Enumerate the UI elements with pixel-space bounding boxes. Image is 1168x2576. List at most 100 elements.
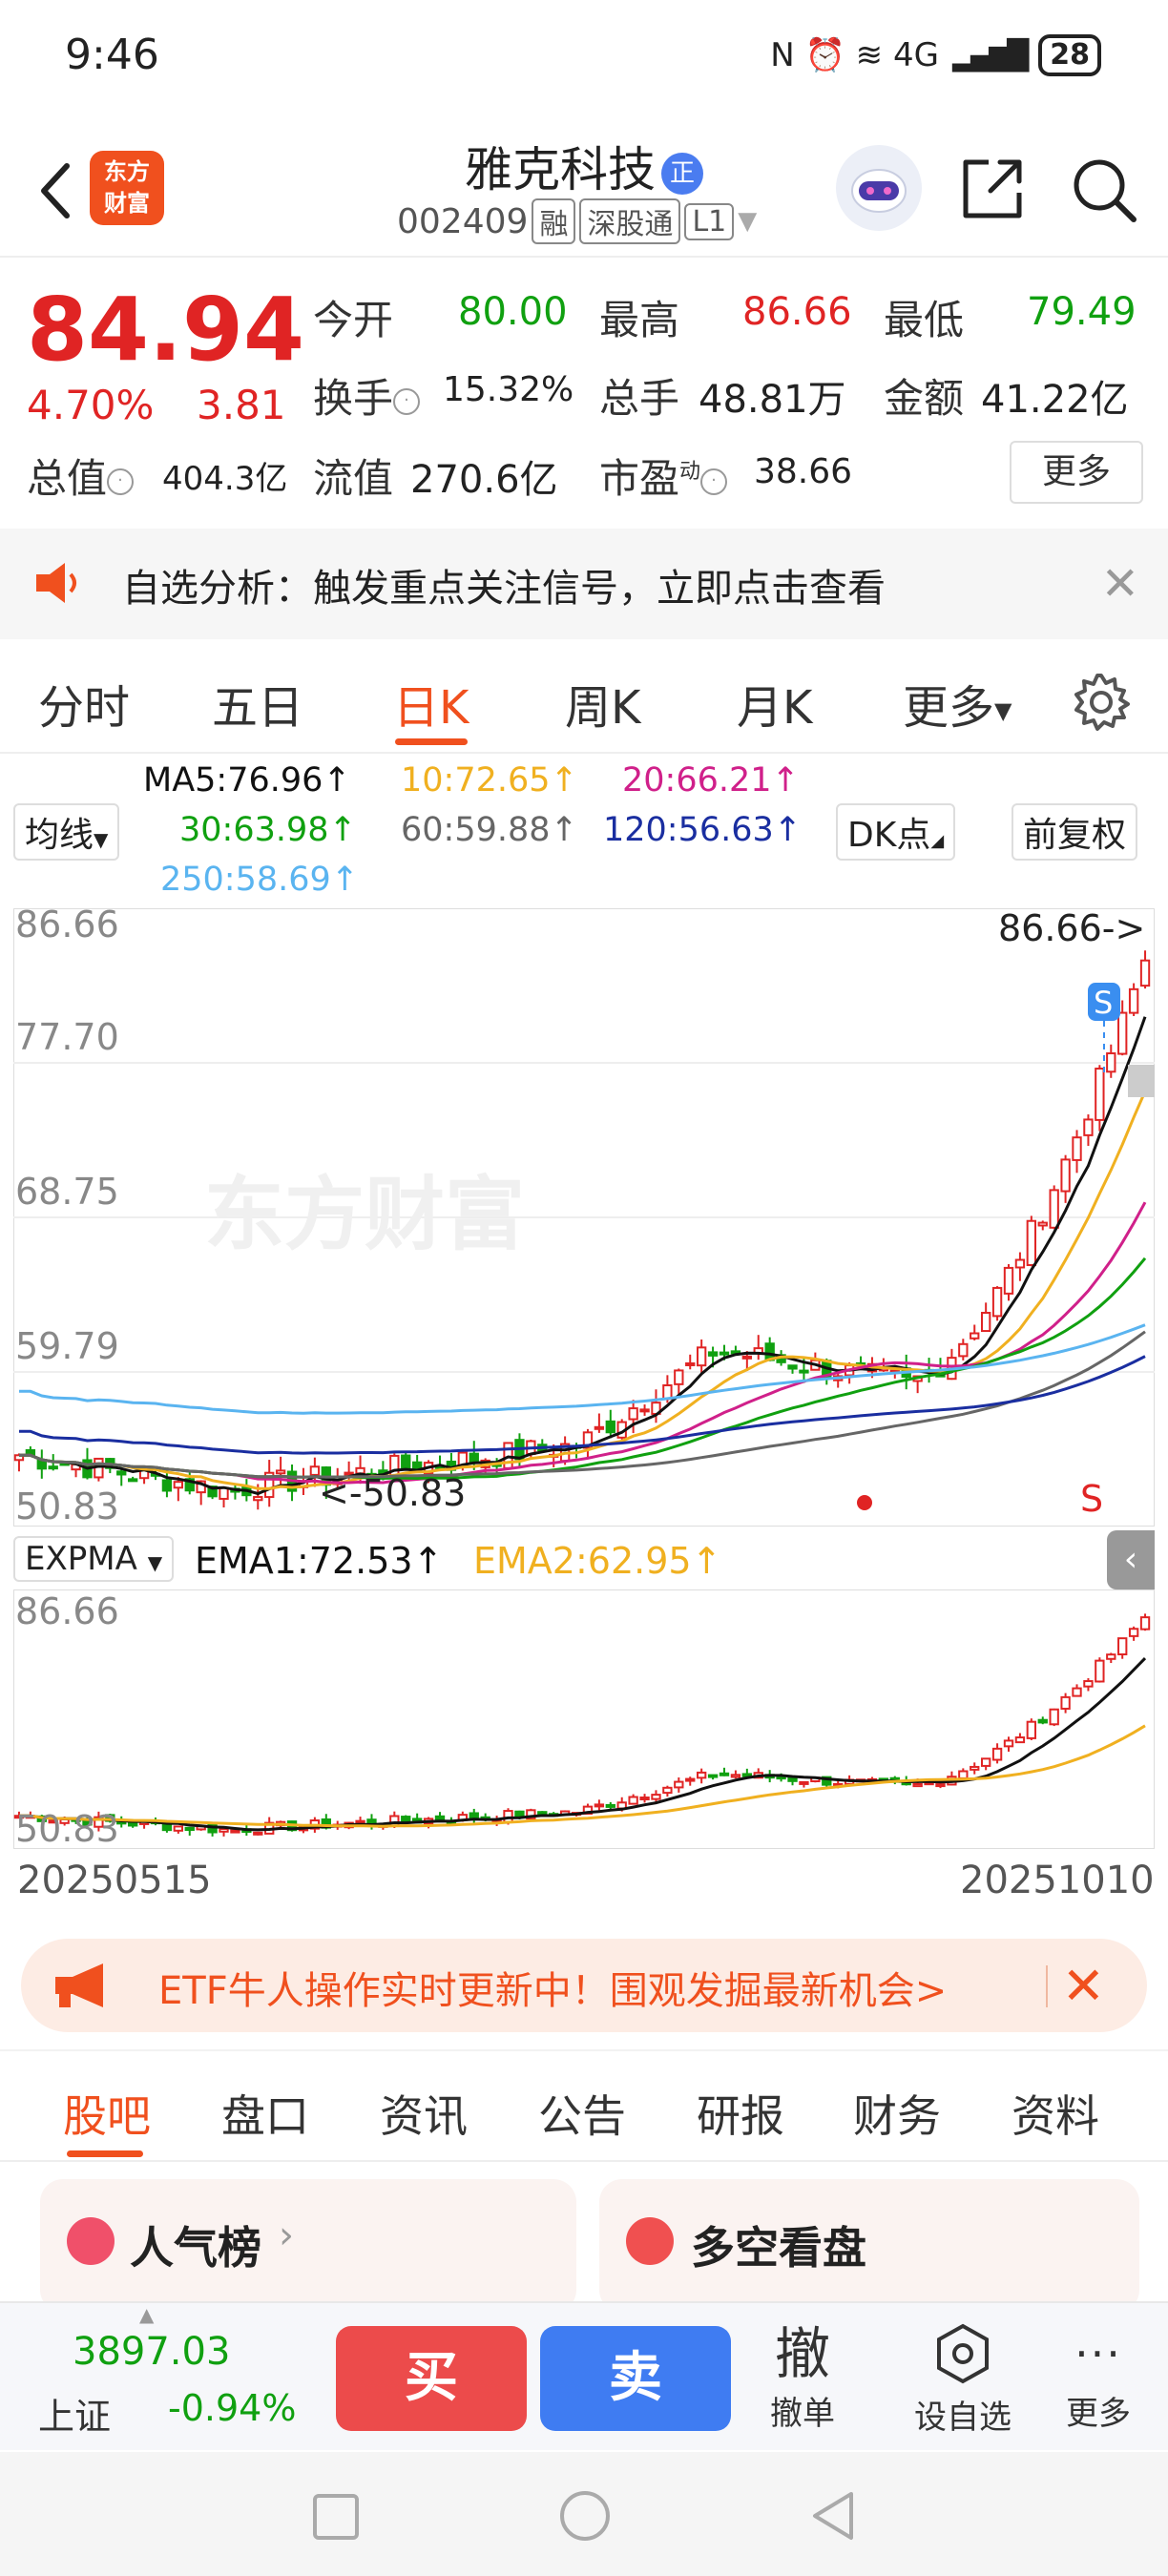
expand-caret-icon[interactable]: ▲ <box>139 2303 154 2326</box>
system-nav-bar <box>0 2452 1168 2576</box>
candle-body <box>912 1783 923 1788</box>
buy-button[interactable]: 买 <box>336 2326 527 2431</box>
add-watchlist-button[interactable]: 设自选 <box>901 2320 1025 2438</box>
cancel-order-icon: 撤 <box>774 2321 830 2386</box>
share-icon[interactable] <box>956 153 1029 225</box>
index-change: -0.94% <box>168 2387 297 2429</box>
battery-icon: 28 <box>1038 34 1101 76</box>
level-tag: L1 <box>684 202 735 240</box>
more-dots-icon: ··· <box>1074 2328 1122 2379</box>
candle-body <box>116 1470 127 1476</box>
candle-body <box>230 1829 240 1834</box>
robot-assistant-icon[interactable] <box>836 145 922 231</box>
info-icon[interactable]: · <box>107 467 135 495</box>
y-label-bottom: 50.83 <box>15 1485 119 1527</box>
quote-panel: 84.94 4.70% 3.81 今开 80.00 最高 86.66 最低 79… <box>0 260 1168 527</box>
tab-weekly-k[interactable]: 周K <box>565 670 640 737</box>
cancel-order-label: 撤单 <box>770 2395 835 2433</box>
candle-body <box>1014 1736 1026 1744</box>
more-tools-button[interactable]: ··· 更多 <box>1036 2320 1160 2434</box>
bull-bear-card[interactable]: 多空看盘 <box>599 2179 1139 2313</box>
recent-apps-icon[interactable] <box>309 2490 363 2544</box>
stock-name: 雅克科技 <box>465 142 656 197</box>
moving-average-legend: MA5:76.96↑ 10:72.65↑ 20:66.21↑ 30:63.98↑… <box>0 754 1168 906</box>
ma-selector[interactable]: 均线▼ <box>13 803 120 861</box>
stock-badge: 正 <box>661 152 703 195</box>
ma-selector-label: 均线 <box>25 816 94 855</box>
candle-body <box>685 1777 696 1782</box>
candle-body <box>1095 1068 1105 1121</box>
corner-triangle-icon: ◢ <box>930 831 945 851</box>
add-watchlist-label: 设自选 <box>914 2399 1012 2437</box>
tab-daily-k[interactable]: 日K <box>393 670 469 737</box>
candle-body <box>253 1831 263 1836</box>
candle-body <box>161 1479 173 1492</box>
sell-signal-s[interactable]: S <box>1080 1478 1103 1520</box>
candle-body <box>662 1786 673 1795</box>
expma-chart[interactable]: 86.66 50.83 <box>13 1589 1155 1849</box>
low-value: 79.49 <box>1027 290 1137 334</box>
etf-close-icon[interactable]: ✕ <box>1062 1956 1105 2016</box>
tab-announcements[interactable]: 公告 <box>538 2082 626 2145</box>
y-label-4: 59.79 <box>15 1325 119 1367</box>
back-nav-icon[interactable] <box>805 2488 861 2544</box>
tab-five-day[interactable]: 五日 <box>212 670 303 737</box>
tab-intraday[interactable]: 分时 <box>38 670 130 737</box>
dk-point-label: DK点 <box>847 816 931 855</box>
indicator-selector[interactable]: EXPMA ▼ <box>13 1536 175 1582</box>
info-icon[interactable]: · <box>700 467 728 495</box>
alert-bar[interactable]: 自选分析：触发重点关注信号，立即点击查看 ✕ <box>0 529 1168 639</box>
tab-finance[interactable]: 财务 <box>853 2082 941 2145</box>
index-name: 上证 <box>38 2396 112 2438</box>
tab-research[interactable]: 研报 <box>697 2082 784 2145</box>
search-icon[interactable] <box>1067 153 1139 225</box>
dropdown-icon: ▼ <box>738 207 758 236</box>
candle-body <box>537 1811 548 1816</box>
cancel-order-button[interactable]: 撤 撤单 <box>740 2320 865 2434</box>
tab-profile[interactable]: 资料 <box>1012 2082 1099 2145</box>
ema1-value: EMA1:72.53↑ <box>195 1540 444 1582</box>
candle-body <box>1117 1637 1128 1656</box>
sell-button[interactable]: 卖 <box>540 2326 731 2431</box>
ma20-value: 20:66.21↑ <box>622 761 800 800</box>
adjust-button[interactable]: 前复权 <box>1012 803 1138 861</box>
tab-more[interactable]: 更多▼ <box>903 670 1012 737</box>
volume-value: 48.81万 <box>699 378 846 422</box>
kline-chart[interactable]: 东方财富 86.66 77.70 68.75 59.79 50.83 86.66… <box>13 908 1155 1527</box>
candle-body <box>991 1747 1003 1761</box>
pe-label: 市盈动 · <box>599 447 728 505</box>
period-tabs: 分时 五日 日K 周K 月K 更多▼ <box>0 649 1168 754</box>
red-dot-marker[interactable] <box>857 1495 872 1510</box>
max-price-marker: 86.66-> <box>998 908 1145 949</box>
tab-news[interactable]: 资讯 <box>380 2082 468 2145</box>
settings-gear-icon[interactable] <box>1071 672 1132 733</box>
start-date: 20250515 <box>17 1859 212 1902</box>
status-bar: 9:46 N ⏰ ≋ 4G ▂▄▆█ 28 <box>0 0 1168 114</box>
collapse-chevron-icon[interactable]: ‹ <box>1107 1530 1155 1589</box>
tab-pankou[interactable]: 盘口 <box>221 2082 309 2145</box>
candle-body <box>1060 1695 1071 1710</box>
dk-point-button[interactable]: DK点◢ <box>836 803 956 861</box>
quote-more-button[interactable]: 更多 <box>1010 441 1143 504</box>
home-icon[interactable] <box>557 2488 613 2544</box>
etf-banner[interactable]: ETF牛人操作实时更新中！围观发掘最新机会> ✕ <box>21 1939 1147 2032</box>
tab-monthly-k[interactable]: 月K <box>737 670 812 737</box>
info-icon[interactable]: · <box>393 387 421 415</box>
amount-value: 41.22亿 <box>981 378 1129 422</box>
candle-body <box>275 1469 286 1475</box>
candle-body <box>253 1496 263 1502</box>
bull-bear-card-title: 多空看盘 <box>691 2222 866 2274</box>
stock-subtitle[interactable]: 002409 融 深股通 L1 ▼ <box>397 198 1160 244</box>
alert-close-icon[interactable]: ✕ <box>1101 557 1139 611</box>
index-value[interactable]: 3897.03 <box>73 2330 230 2374</box>
candle-body <box>719 1772 730 1776</box>
candle-body <box>1014 1258 1026 1269</box>
candle-body <box>173 1481 184 1489</box>
ma120-value: 120:56.63↑ <box>603 811 803 849</box>
margin-tag: 融 <box>532 198 576 244</box>
price-tag <box>1128 1065 1155 1097</box>
candle-body <box>355 1819 365 1824</box>
tab-guba[interactable]: 股吧 <box>63 2082 151 2145</box>
candle-body <box>1072 1687 1082 1697</box>
popularity-card[interactable]: 人气榜 › <box>40 2179 576 2313</box>
